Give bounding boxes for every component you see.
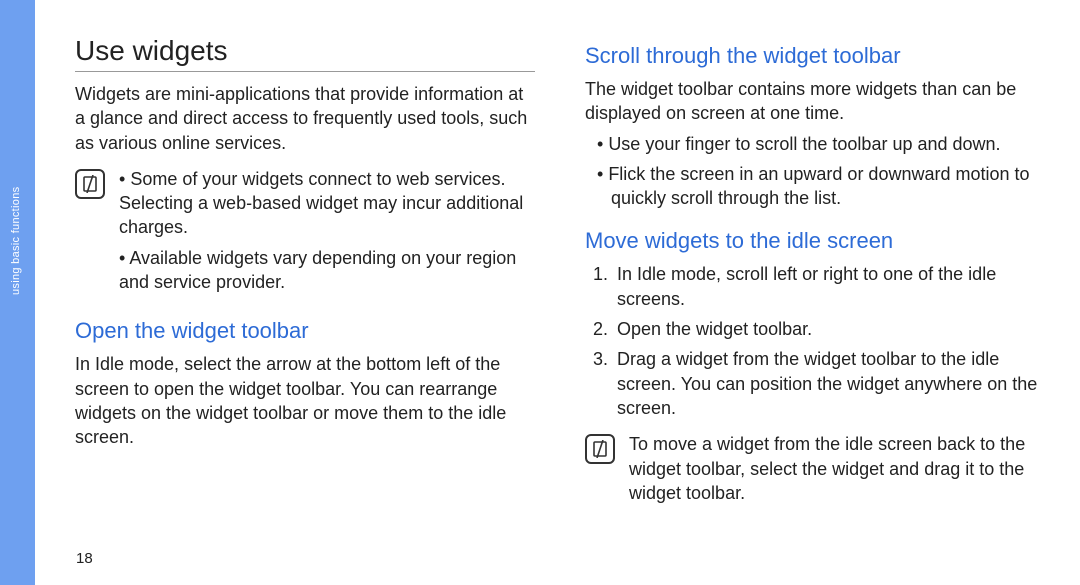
note-icon	[585, 434, 615, 464]
note-block: Some of your widgets connect to web serv…	[75, 167, 535, 300]
list-item: In Idle mode, scroll left or right to on…	[613, 262, 1045, 311]
page-number: 18	[76, 550, 93, 567]
intro-paragraph: Widgets are mini-applications that provi…	[75, 82, 535, 155]
note-icon	[75, 169, 105, 199]
move-widgets-steps: In Idle mode, scroll left or right to on…	[585, 262, 1045, 420]
sidebar: using basic functions	[0, 0, 35, 585]
list-item: Flick the screen in an upward or downwar…	[585, 162, 1045, 211]
page-content: Use widgets Widgets are mini-application…	[35, 0, 1080, 585]
note-block: To move a widget from the idle screen ba…	[585, 432, 1045, 511]
subheading-open-toolbar: Open the widget toolbar	[75, 318, 535, 344]
open-toolbar-body: In Idle mode, select the arrow at the bo…	[75, 352, 535, 449]
note-text: To move a widget from the idle screen ba…	[625, 432, 1045, 505]
note-item: Available widgets vary depending on your…	[115, 246, 535, 295]
sidebar-section-label: using basic functions	[10, 187, 22, 295]
note-body: To move a widget from the idle screen ba…	[625, 432, 1045, 511]
list-item: Use your finger to scroll the toolbar up…	[585, 132, 1045, 156]
note-body: Some of your widgets connect to web serv…	[115, 167, 535, 300]
list-item: Drag a widget from the widget toolbar to…	[613, 347, 1045, 420]
note-item: Some of your widgets connect to web serv…	[115, 167, 535, 240]
scroll-toolbar-body: The widget toolbar contains more widgets…	[585, 77, 1045, 126]
subheading-move-widgets: Move widgets to the idle screen	[585, 228, 1045, 254]
right-column: Scroll through the widget toolbar The wi…	[585, 35, 1045, 565]
left-column: Use widgets Widgets are mini-application…	[75, 35, 535, 565]
list-item: Open the widget toolbar.	[613, 317, 1045, 341]
scroll-bullets: Use your finger to scroll the toolbar up…	[585, 132, 1045, 211]
subheading-scroll-toolbar: Scroll through the widget toolbar	[585, 43, 1045, 69]
page-title: Use widgets	[75, 35, 535, 72]
